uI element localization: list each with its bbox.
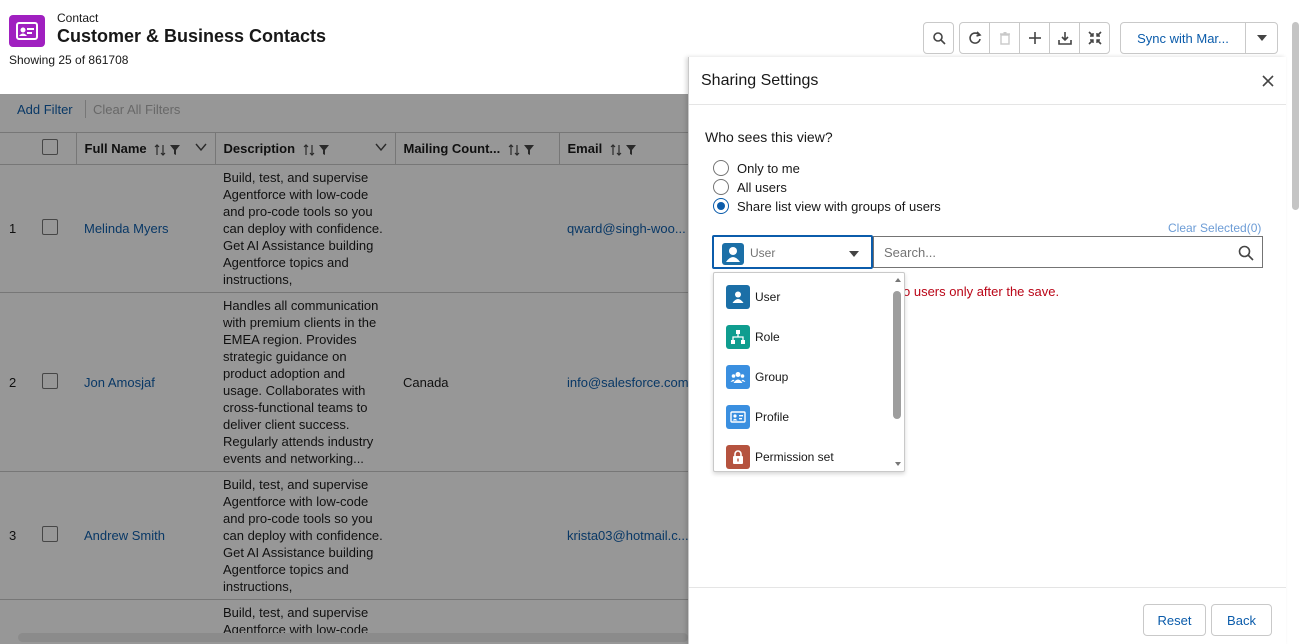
option-label: Group (755, 370, 789, 384)
sync-button[interactable]: Sync with Mar... (1120, 22, 1246, 54)
reset-button[interactable]: Reset (1143, 604, 1206, 636)
user-icon (722, 243, 744, 270)
vertical-scrollbar[interactable] (1292, 22, 1299, 210)
object-label: Contact (57, 11, 99, 25)
radio-label: All users (737, 179, 787, 195)
share-type-value: User (750, 246, 776, 260)
back-button[interactable]: Back (1211, 604, 1272, 636)
panel-footer: Reset Back (689, 587, 1286, 644)
panel-header: Sharing Settings (689, 57, 1286, 105)
chevron-down-icon (849, 251, 859, 257)
collapse-icon (1087, 31, 1102, 45)
sharing-settings-panel: Sharing Settings Who sees this view? Onl… (688, 57, 1286, 644)
dropdown-scrollbar[interactable] (893, 291, 901, 419)
search-icon[interactable] (1238, 245, 1254, 261)
radio-label: Share list view with groups of users (737, 198, 941, 214)
radio-share-with-groups[interactable]: Share list view with groups of users (713, 198, 941, 214)
add-icon (1028, 32, 1041, 44)
collapse-button[interactable] (1079, 22, 1110, 54)
radio-button-selected[interactable] (713, 198, 729, 214)
member-search-input[interactable] (884, 243, 1214, 261)
radio-button[interactable] (713, 160, 729, 176)
modal-backdrop (0, 94, 688, 644)
page: Contact Customer & Business Contacts Sho… (0, 0, 1300, 644)
delete-button[interactable] (989, 22, 1020, 54)
dropdown-option-group[interactable]: Group (726, 365, 788, 389)
radio-label: Only to me (737, 160, 800, 176)
search-icon (932, 32, 946, 45)
refresh-icon (968, 31, 982, 44)
radio-all-users[interactable]: All users (713, 179, 787, 195)
refresh-button[interactable] (959, 22, 990, 54)
group-icon (726, 365, 750, 389)
horizontal-scrollbar[interactable] (18, 633, 688, 642)
page-title: Customer & Business Contacts (57, 26, 327, 46)
radio-only-to-me[interactable]: Only to me (713, 160, 800, 176)
close-icon[interactable] (1261, 74, 1275, 88)
sync-menu-button[interactable] (1245, 22, 1278, 54)
chevron-down-icon (1256, 35, 1267, 41)
search-button[interactable] (923, 22, 954, 54)
dropdown-option-permission-set[interactable]: Permission set (726, 445, 834, 469)
profile-card-icon (726, 405, 750, 429)
dropdown-option-user[interactable]: User (726, 285, 780, 309)
download-button[interactable] (1049, 22, 1080, 54)
download-icon (1057, 32, 1072, 45)
share-type-dropdown: User Role Group Profile Permission set (713, 272, 905, 472)
clear-selected-link[interactable]: Clear Selected(0) (1168, 221, 1261, 235)
record-count: Showing 25 of 861708 (9, 53, 129, 67)
lock-icon (726, 445, 750, 469)
delete-icon (999, 32, 1010, 45)
role-hierarchy-icon (726, 325, 750, 349)
panel-title: Sharing Settings (701, 72, 819, 89)
dropdown-option-profile[interactable]: Profile (726, 405, 789, 429)
option-label: Role (755, 330, 780, 344)
save-warning-text: o users only after the save. (903, 284, 1060, 299)
share-type-select[interactable]: User (712, 235, 873, 269)
radio-button[interactable] (713, 179, 729, 195)
contact-card-icon (9, 15, 45, 47)
visibility-question: Who sees this view? (705, 129, 833, 145)
option-label: Profile (755, 410, 790, 424)
option-label: Permission set (755, 450, 834, 464)
dropdown-option-role[interactable]: Role (726, 325, 780, 349)
option-label: User (755, 290, 781, 304)
member-search[interactable] (873, 236, 1263, 268)
user-icon (726, 285, 750, 309)
add-button[interactable] (1019, 22, 1050, 54)
